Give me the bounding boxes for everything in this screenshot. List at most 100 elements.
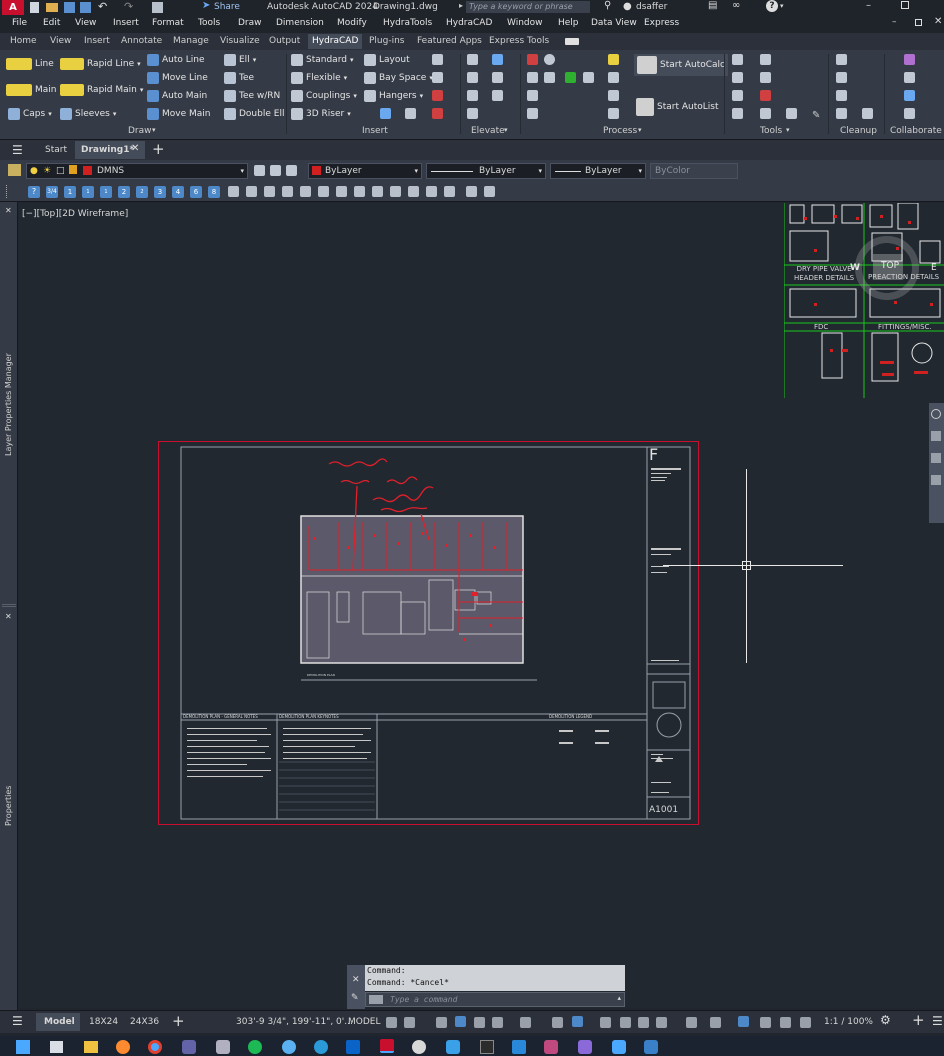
insert-tool-icon[interactable] [405,108,416,119]
infer-icon[interactable] [436,1017,447,1028]
tools-tool-icon[interactable] [760,90,771,101]
menu-draw[interactable]: Draw [238,18,262,28]
dim-tool-icon[interactable] [354,186,365,197]
menu-tools[interactable]: Tools [198,18,220,28]
app-icon[interactable] [282,1040,296,1054]
menu-insert[interactable]: Insert [113,18,139,28]
collaborate-tool-icon[interactable] [904,54,915,65]
tools-tool-icon[interactable] [732,108,743,119]
file-explorer-icon[interactable] [84,1041,98,1053]
process-panel-title[interactable]: Process [603,126,637,136]
menu-data-view[interactable]: Data View [591,18,637,28]
spotify-icon[interactable] [248,1040,262,1054]
start-tab[interactable]: Start [45,144,67,156]
insert-tool-icon[interactable] [432,72,443,83]
pipe-size-button[interactable]: 2 [118,186,130,198]
cleanup-tool-icon[interactable] [862,108,873,119]
draw-panel-expand-icon[interactable]: ▾ [152,126,156,134]
dynamic-input-icon[interactable] [455,1016,466,1027]
orbit-icon[interactable] [931,475,941,485]
process-tool-icon[interactable] [527,90,538,101]
process-tool-icon[interactable] [544,72,555,83]
firefox-icon[interactable] [116,1040,130,1054]
annotation-scale-icon[interactable] [800,1017,811,1028]
qat-plot-icon[interactable] [152,2,163,13]
tee-button[interactable]: Tee [224,72,254,84]
menu-hamburger-icon[interactable]: ☰ [12,143,23,157]
menu-modify[interactable]: Modify [337,18,367,28]
start-autolist-button[interactable]: Start AutoList [636,98,718,116]
line-button[interactable]: Line [6,58,54,70]
isodraft-icon[interactable] [520,1017,531,1028]
elevate-tool-icon[interactable] [467,108,478,119]
app-icon[interactable] [412,1040,426,1054]
main-button[interactable]: Main [6,84,57,96]
flexible-button[interactable]: Flexible ▾ [291,72,347,84]
model-tab[interactable]: Model [36,1013,80,1031]
standard-button[interactable]: Standard ▾ [291,54,353,66]
insert-tool-icon[interactable] [432,108,443,119]
dim-tool-icon[interactable] [282,186,293,197]
annotation-monitor-icon[interactable]: + [912,1011,925,1029]
object-snap-icon[interactable] [572,1016,583,1027]
tab-manage[interactable]: Manage [173,36,209,46]
add-layout-icon[interactable]: + [172,1012,185,1030]
viewcube[interactable]: TOP W E [847,228,937,308]
app-icon[interactable] [612,1040,626,1054]
grid-icon[interactable] [386,1017,397,1028]
elevate-tool-icon[interactable] [467,90,478,101]
qat-new-icon[interactable] [30,2,39,13]
elevate-tool-icon[interactable] [492,54,503,65]
layout-tab-18x24[interactable]: 18X24 [89,1016,118,1028]
qat-redo-icon[interactable]: ↷ [124,0,133,13]
ell-button[interactable]: Ell ▾ [224,54,256,66]
layer-properties-icon[interactable] [8,164,21,176]
dim-tool-icon[interactable] [300,186,311,197]
object-snap-tracking-icon[interactable] [552,1017,563,1028]
drawing-sheet[interactable]: F DEMOLITION PLAN DEMOLITION PLAN - GENE… [158,441,699,825]
help-icon[interactable]: ? [766,0,778,12]
dim-tool-icon[interactable] [426,186,437,197]
linetype-dropdown[interactable]: ByLayer ▾ [426,163,546,179]
couplings-button[interactable]: Couplings ▾ [291,90,357,102]
menu-hydracad[interactable]: HydraCAD [446,18,492,28]
app-button[interactable]: A [2,0,24,15]
pipe-size-button[interactable]: 8 [208,186,220,198]
chrome-icon[interactable] [148,1040,162,1054]
doc-close-button[interactable]: ✕ [934,16,942,27]
layout-tab-24x36[interactable]: 24X36 [130,1016,159,1028]
menu-hydratools[interactable]: HydraTools [383,18,432,28]
palette-close-icon[interactable]: ✕ [5,612,12,621]
viewport-controls-label[interactable]: [−][Top][2D Wireframe] [22,208,128,220]
move-line-button[interactable]: Move Line [147,72,208,84]
qat-save-icon[interactable] [64,2,75,13]
elevate-tool-icon[interactable] [492,90,503,101]
tools-tool-icon[interactable] [732,90,743,101]
dim-tool-icon[interactable] [466,186,477,197]
process-tool-icon[interactable] [583,72,594,83]
navigation-bar[interactable] [929,403,944,523]
process-tool-icon[interactable] [608,54,619,65]
search-icon[interactable]: ⚲ [604,0,611,11]
restore-button[interactable] [901,1,909,9]
layer-dropdown[interactable]: ● ☀ □ DMNS ▾ [26,163,248,179]
cart-icon[interactable]: ▤ [708,0,717,11]
layer-tool-icon[interactable] [286,165,297,176]
terminal-icon[interactable] [480,1040,494,1054]
menu-view[interactable]: View [75,18,96,28]
tools-tool-icon[interactable] [760,108,771,119]
dim-tool-icon[interactable] [318,186,329,197]
ortho-icon[interactable] [474,1017,485,1028]
collaborate-tool-icon[interactable] [904,90,915,101]
tee-wrn-button[interactable]: Tee w/RN [224,90,280,102]
draw-panel-title[interactable]: Draw [128,126,152,136]
dim-tool-icon[interactable] [444,186,455,197]
ribbon-minimize-icon[interactable] [565,38,579,45]
nav-wheel-icon[interactable] [931,409,941,419]
cleanup-tool-icon[interactable] [836,108,847,119]
process-tool-icon[interactable] [527,54,538,65]
selection-filter-icon[interactable] [710,1017,721,1028]
doc-restore-button[interactable] [915,19,922,26]
app-icon[interactable] [446,1040,460,1054]
user-name[interactable]: dsaffer [636,1,667,13]
